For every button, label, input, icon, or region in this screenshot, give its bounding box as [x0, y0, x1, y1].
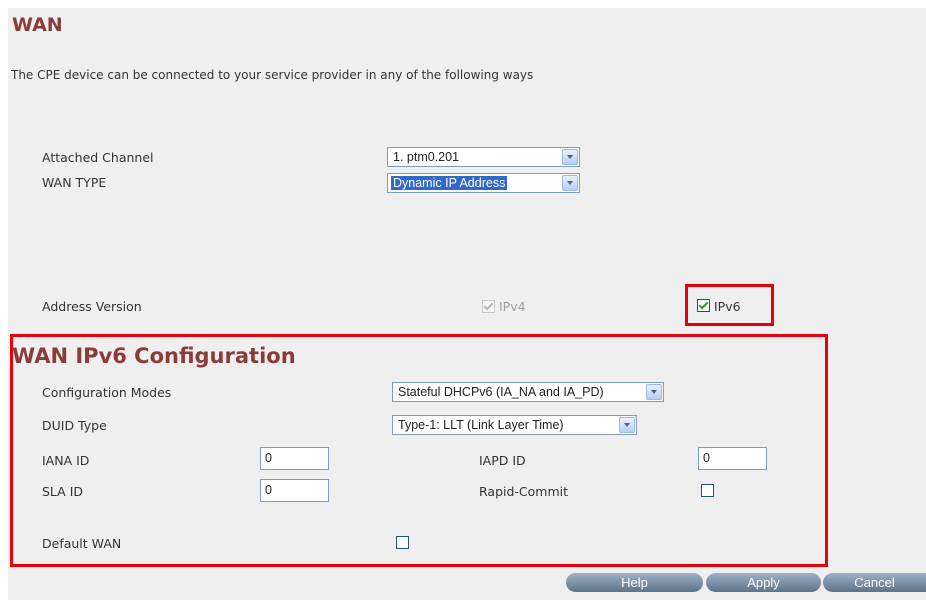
apply-button[interactable]: Apply	[706, 573, 821, 592]
iapd-id-label: IAPD ID	[479, 453, 526, 468]
attached-channel-value: 1. ptm0.201	[393, 150, 460, 164]
configuration-modes-label: Configuration Modes	[42, 385, 172, 400]
attached-channel-label: Attached Channel	[42, 150, 154, 165]
chevron-down-icon[interactable]	[619, 417, 635, 433]
ipv4-label: IPv4	[499, 299, 526, 314]
wan-type-value: Dynamic IP Address	[391, 176, 508, 190]
page-description: The CPE device can be connected to your …	[11, 68, 534, 82]
duid-type-value: Type-1: LLT (Link Layer Time)	[398, 418, 564, 432]
chevron-down-icon[interactable]	[562, 175, 578, 191]
rapid-commit-label: Rapid-Commit	[479, 484, 569, 499]
duid-type-select[interactable]: Type-1: LLT (Link Layer Time)	[392, 415, 637, 435]
default-wan-checkbox[interactable]	[396, 536, 409, 549]
rapid-commit-checkbox[interactable]	[701, 484, 714, 497]
page-title: WAN	[12, 14, 63, 36]
address-version-label: Address Version	[42, 299, 142, 314]
ipv4-checkbox	[482, 300, 495, 313]
ipv6-config-title: WAN IPv6 Configuration	[12, 344, 296, 368]
duid-type-label: DUID Type	[42, 418, 107, 433]
sla-id-input[interactable]: 0	[260, 479, 329, 502]
ipv6-label: IPv6	[714, 299, 741, 314]
chevron-down-icon[interactable]	[562, 149, 578, 165]
iana-id-label: IANA ID	[42, 453, 90, 468]
sla-id-label: SLA ID	[42, 484, 84, 499]
attached-channel-select[interactable]: 1. ptm0.201	[387, 147, 580, 167]
configuration-modes-value: Stateful DHCPv6 (IA_NA and IA_PD)	[398, 385, 604, 399]
default-wan-label: Default WAN	[42, 536, 122, 551]
help-button[interactable]: Help	[566, 573, 703, 592]
iana-id-input[interactable]: 0	[260, 447, 329, 470]
ipv6-checkbox[interactable]	[697, 299, 710, 312]
iapd-id-input[interactable]: 0	[698, 447, 767, 470]
configuration-modes-select[interactable]: Stateful DHCPv6 (IA_NA and IA_PD)	[392, 382, 664, 402]
wan-type-select[interactable]: Dynamic IP Address	[387, 173, 580, 193]
chevron-down-icon[interactable]	[646, 384, 662, 400]
cancel-button[interactable]: Cancel	[823, 573, 926, 592]
wan-type-label: WAN TYPE	[42, 175, 107, 190]
